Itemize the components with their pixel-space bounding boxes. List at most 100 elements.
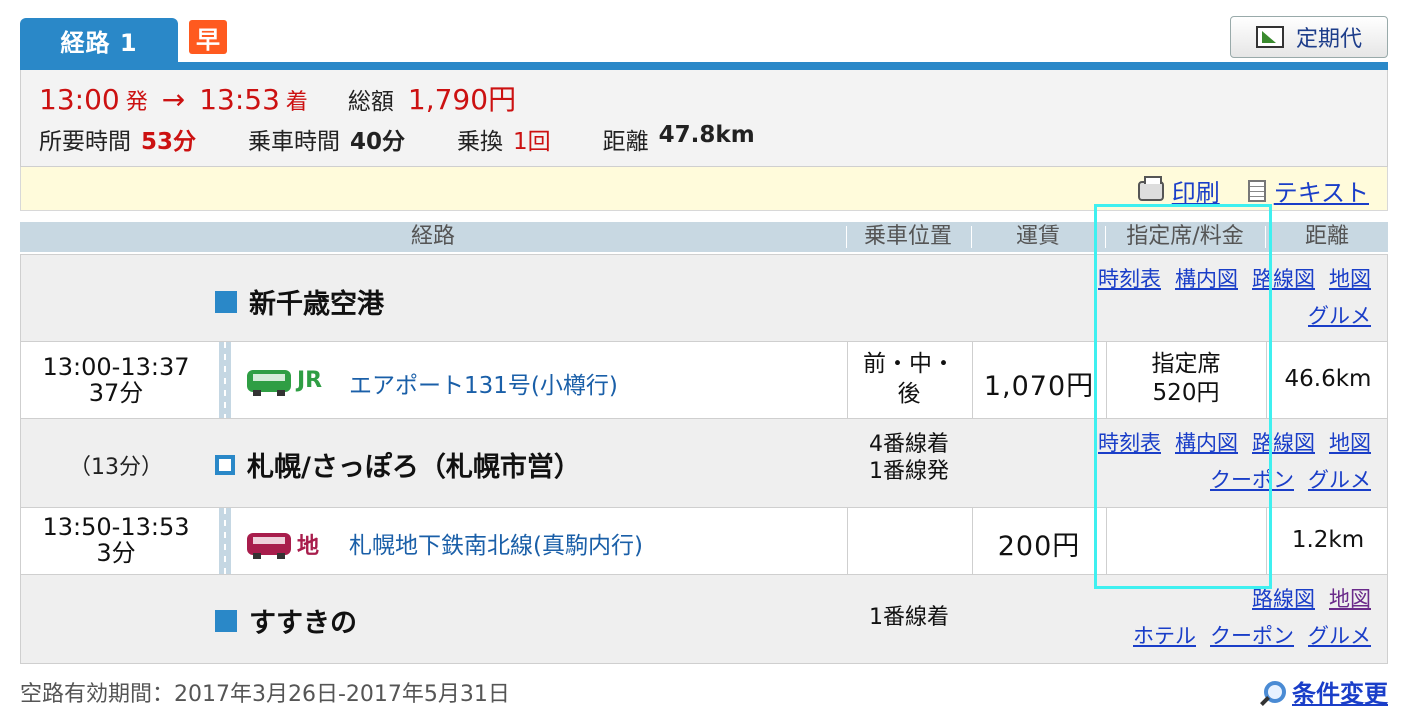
tab-route-1[interactable]: 経路 1	[20, 18, 178, 62]
text-label[interactable]: テキスト	[1274, 173, 1369, 208]
gourmet-link[interactable]: グルメ	[1308, 468, 1371, 492]
segment-row: 13:00-13:37 37分 JR エアポート131号(小樽行) 前・中・ 後…	[20, 342, 1388, 419]
segment-time: 13:00-13:37 37分	[21, 354, 211, 406]
time-range: 13:50-13:53	[42, 513, 190, 541]
position-line2: 後	[897, 381, 921, 407]
tab-underline	[20, 62, 1388, 70]
change-conditions-link[interactable]: 条件変更	[1264, 674, 1388, 709]
segment-duration: 37分	[88, 379, 144, 407]
segment-distance: 46.6km	[1284, 366, 1372, 392]
segment-distance: 1.2km	[1291, 527, 1365, 553]
jr-train-icon: JR	[247, 368, 323, 396]
station-name[interactable]: 新千歳空港	[215, 282, 384, 321]
change-conditions-label[interactable]: 条件変更	[1292, 674, 1388, 709]
summary-stats: 所要時間 53分 乗車時間 40分 乗換 1回 距離 47.8km	[39, 122, 807, 156]
ride-value: 40分	[350, 129, 406, 155]
station-name[interactable]: 札幌/さっぽろ（札幌市営）	[215, 445, 581, 484]
station-row: （13分） 札幌/さっぽろ（札幌市営） 4番線着 1番線発 時刻表 構内図 路線図地…	[20, 419, 1388, 508]
header-distance: 距離	[1304, 224, 1349, 249]
header-position: 乗車位置	[863, 224, 952, 249]
route-summary: 13:00 発 → 13:53 着 総額 1,790円 所要時間 53分 乗車時間 …	[20, 70, 1388, 167]
route-map-link[interactable]: 路線図	[1252, 431, 1315, 455]
total-label: 総額	[347, 89, 394, 115]
print-link[interactable]: 印刷	[1137, 173, 1220, 208]
printer-icon	[1137, 175, 1164, 201]
transfer-wait: （13分）	[69, 455, 163, 480]
car-position: 前・中・ 後	[847, 349, 971, 409]
transfer-label: 乗換	[457, 129, 504, 155]
station-links: 時刻表 構内図 路線図 地図 クーポン グルメ	[1084, 425, 1371, 499]
rail-line-indicator	[219, 342, 231, 418]
station-links: 路線図 地図 ホテル クーポン グルメ	[1119, 581, 1371, 655]
segment-fare: 200円	[997, 531, 1081, 562]
summary-times: 13:00 発 → 13:53 着 総額 1,790円	[39, 78, 516, 118]
station-label[interactable]: すすきの	[249, 601, 357, 640]
action-bar: 印刷 テキスト	[20, 167, 1388, 211]
station-row: すすきの 1番線着 路線図 地図 ホテル クーポン グルメ	[20, 575, 1388, 664]
segment-time: 13:50-13:53 3分	[21, 514, 211, 566]
total-fare: 1,790円	[407, 83, 517, 116]
text-link[interactable]: テキスト	[1247, 173, 1369, 208]
coupon-link[interactable]: クーポン	[1210, 624, 1294, 648]
operator-label: JR	[297, 368, 323, 393]
magnifier-icon	[1264, 680, 1286, 703]
gourmet-link[interactable]: グルメ	[1308, 304, 1371, 328]
map-link[interactable]: 地図	[1329, 431, 1371, 455]
duration-label: 所要時間	[39, 129, 131, 155]
validity-period: 空路有効期間：2017年3月26日-2017年5月31日	[20, 682, 510, 707]
commuter-pass-button[interactable]: 定期代	[1230, 16, 1388, 58]
station-label[interactable]: 札幌/さっぽろ（札幌市営）	[247, 445, 581, 484]
station-map-link[interactable]: 構内図	[1175, 431, 1238, 455]
operator-label: 地	[297, 534, 320, 559]
platform-info: 4番線着 1番線発	[847, 431, 971, 485]
distance-value: 47.8km	[658, 122, 755, 148]
fastest-badge: 早	[189, 20, 227, 54]
line-link[interactable]: エアポート131号(小樽行)	[349, 366, 618, 400]
subway-icon: 地	[247, 528, 319, 560]
route-map-link[interactable]: 路線図	[1252, 267, 1315, 291]
header-reserved: 指定席/料金	[1126, 224, 1244, 249]
rail-line-indicator	[219, 508, 231, 574]
timetable-link[interactable]: 時刻表	[1098, 431, 1161, 455]
depart-time: 13:00	[39, 83, 120, 116]
station-name[interactable]: すすきの	[215, 601, 357, 640]
header-route: 経路	[410, 224, 455, 249]
segment-duration: 3分	[96, 539, 136, 567]
coupon-link[interactable]: クーポン	[1210, 468, 1294, 492]
position-line1: 前・中・	[863, 351, 955, 377]
arrive-time: 13:53	[199, 83, 280, 116]
commuter-pass-label: 定期代	[1295, 27, 1362, 52]
transfer-marker-icon	[215, 454, 235, 475]
reserved-price: 520円	[1152, 380, 1220, 406]
reserved-seat-fee: 指定席 520円	[1107, 350, 1265, 408]
ride-label: 乗車時間	[248, 129, 341, 155]
timetable-link[interactable]: 時刻表	[1098, 267, 1161, 291]
arrive-suffix: 着	[285, 90, 308, 115]
print-label[interactable]: 印刷	[1172, 173, 1220, 208]
station-links: 時刻表 構内図 路線図 地図 グルメ	[1084, 261, 1371, 335]
pass-icon	[1255, 26, 1284, 48]
document-icon	[1247, 179, 1266, 202]
duration-value: 53分	[141, 129, 197, 155]
depart-platform: 1番線発	[869, 459, 949, 484]
map-link[interactable]: 地図	[1329, 267, 1371, 291]
station-marker-icon	[215, 609, 237, 632]
hotel-link[interactable]: ホテル	[1133, 624, 1196, 648]
station-label[interactable]: 新千歳空港	[249, 282, 384, 321]
line-link[interactable]: 札幌地下鉄南北線(真駒内行)	[349, 526, 643, 560]
route-map-link[interactable]: 路線図	[1252, 587, 1315, 611]
map-link[interactable]: 地図	[1329, 587, 1371, 611]
time-range: 13:00-13:37	[42, 353, 190, 381]
station-map-link[interactable]: 構内図	[1175, 267, 1238, 291]
station-marker-icon	[215, 290, 237, 313]
arrow-icon: →	[161, 83, 186, 116]
reserved-label: 指定席	[1151, 351, 1221, 377]
gourmet-link[interactable]: グルメ	[1308, 624, 1371, 648]
distance-label: 距離	[602, 129, 649, 155]
header-fare: 運賃	[1015, 224, 1060, 249]
segment-fare: 1,070円	[983, 371, 1095, 402]
transfer-value: 1回	[513, 129, 551, 155]
station-row: 新千歳空港 時刻表 構内図 路線図 地図 グルメ	[20, 254, 1388, 342]
depart-suffix: 発	[125, 90, 148, 115]
arrive-platform: 1番線着	[869, 605, 949, 630]
